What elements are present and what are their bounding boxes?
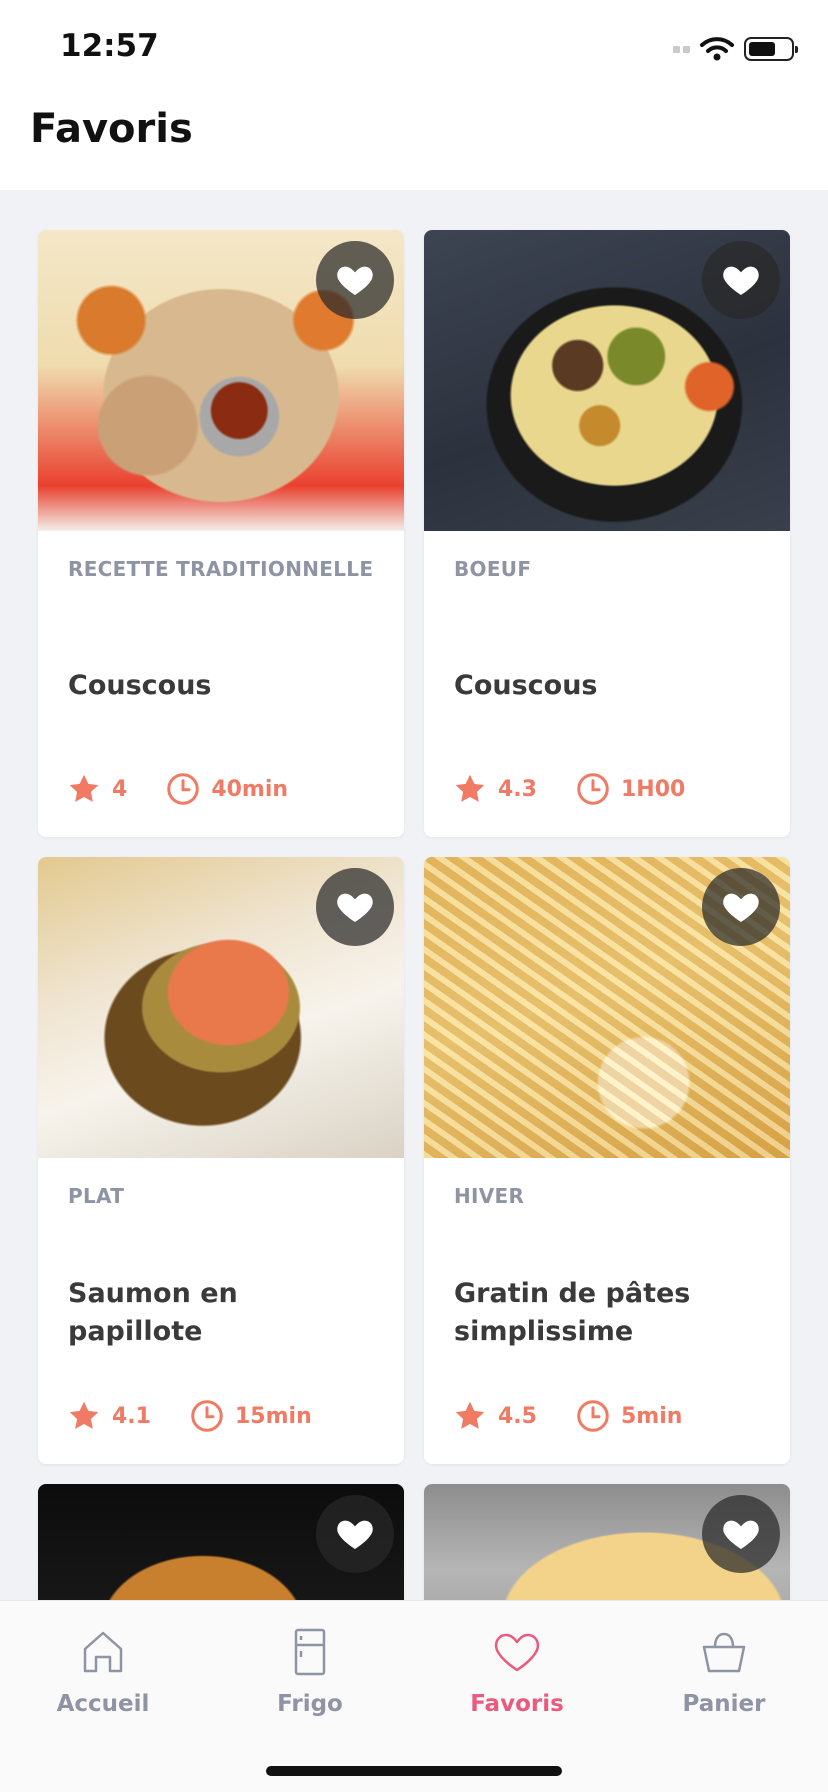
recipe-duration: 15min [234,1403,312,1429]
recipe-card[interactable]: RECETTE TRADITIONNELLE Couscous 4 40min [38,230,404,837]
recipe-photo [38,230,404,531]
tab-accueil[interactable]: Accueil [23,1627,183,1717]
recipe-rating: 4.5 [498,1403,537,1429]
recipe-card[interactable]: BOEUF Couscous 4.3 1H00 [424,230,790,837]
recipe-category: BOEUF [454,557,532,581]
recipe-title: Saumon en papillote [68,1278,238,1347]
tab-frigo[interactable]: Frigo [230,1627,390,1717]
tab-label: Favoris [470,1691,564,1717]
recipe-card[interactable]: PLAT Saumon en papillote 4.1 15min [38,857,404,1464]
heart-icon [337,893,373,922]
page-title: Favoris [30,106,193,152]
favorite-button[interactable] [316,241,394,319]
recipe-meta: 4.3 1H00 [452,769,723,809]
clock-icon [577,1400,609,1432]
fridge-icon [294,1628,326,1676]
battery-icon [744,37,798,61]
wifi-icon [700,37,734,61]
status-icons [673,36,798,62]
recipe-duration: 5min [620,1403,683,1429]
home-indicator [266,1766,562,1776]
recipe-duration: 1H00 [620,776,686,802]
star-icon [69,1401,99,1429]
heart-icon [723,266,759,295]
top-bar: 12:57 Favoris [0,0,828,190]
recipe-rating: 4.3 [498,776,537,802]
recipe-meta: 4 40min [66,769,326,809]
heart-icon [337,266,373,295]
recipe-category: RECETTE TRADITIONNELLE [68,557,374,581]
signal-icon [673,45,690,53]
recipe-title: Gratin de pâtes simplissime [454,1278,691,1347]
tab-bar: Accueil Frigo Favoris Panier [0,1600,828,1792]
home-icon [83,1631,123,1673]
favorite-button[interactable] [702,868,780,946]
clock-icon [167,773,200,805]
recipe-card[interactable]: HIVER Gratin de pâtes simplissime 4.5 5m… [424,857,790,1464]
recipe-rating: 4 [112,776,128,802]
recipe-rating: 4.1 [112,1403,151,1429]
recipe-meta: 4.5 5min [452,1396,720,1436]
recipe-title: Couscous [68,670,212,702]
recipe-category: PLAT [68,1184,125,1208]
heart-icon [337,1520,373,1549]
star-icon [455,774,485,802]
recipe-category: HIVER [454,1184,525,1208]
status-time: 12:57 [60,28,159,64]
tab-label: Frigo [277,1691,343,1717]
favorite-button[interactable] [316,1495,394,1573]
star-icon [69,774,99,802]
recipe-meta: 4.1 15min [66,1396,350,1436]
heart-icon [723,1520,759,1549]
favorites-grid: RECETTE TRADITIONNELLE Couscous 4 40min … [38,230,790,1654]
tab-label: Accueil [56,1691,150,1717]
clock-icon [577,773,609,805]
heart-icon [723,893,759,922]
favorite-button[interactable] [702,1495,780,1573]
recipe-photo [424,230,790,531]
tab-label: Panier [682,1691,766,1717]
heart-icon [494,1633,540,1672]
tab-panier[interactable]: Panier [644,1627,804,1717]
basket-icon [702,1632,746,1673]
recipe-photo [38,857,404,1158]
tab-favoris[interactable]: Favoris [437,1627,597,1717]
star-icon [455,1401,485,1429]
recipe-photo [424,857,790,1158]
favorite-button[interactable] [316,868,394,946]
favorite-button[interactable] [702,241,780,319]
recipe-title: Couscous [454,670,598,702]
clock-icon [191,1400,223,1432]
recipe-duration: 40min [211,776,289,802]
